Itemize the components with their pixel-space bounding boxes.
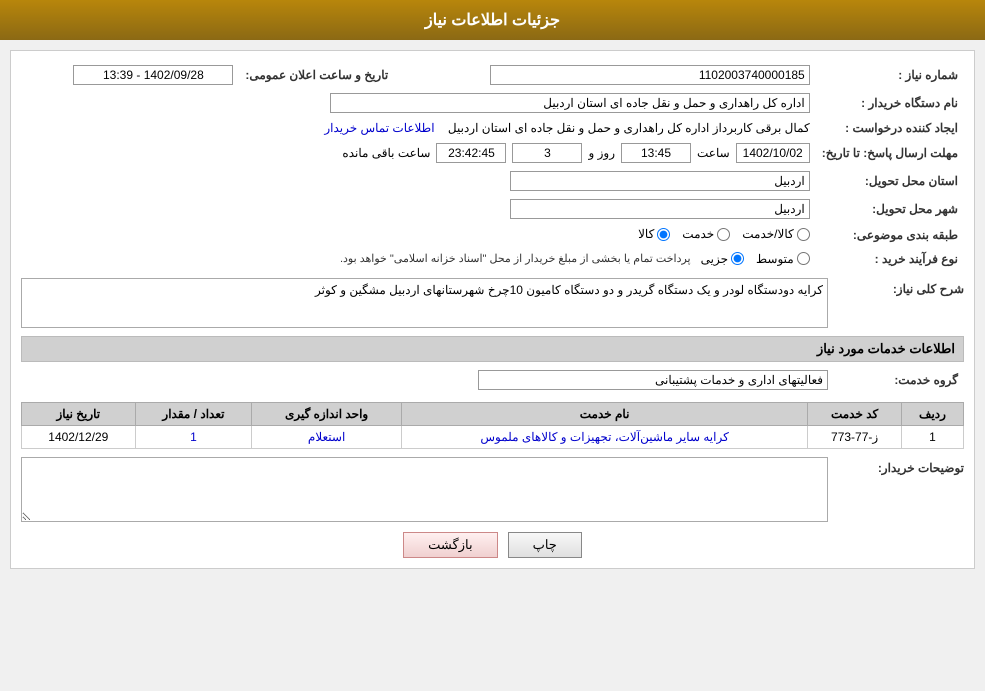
page-header: جزئیات اطلاعات نیاز xyxy=(0,0,985,40)
announce-time-value: 1402/09/28 - 13:39 xyxy=(21,61,239,89)
services-table: ردیف کد خدمت نام خدمت واحد اندازه گیری ت… xyxy=(21,402,964,449)
col-count: تعداد / مقدار xyxy=(135,402,252,425)
days-label: روز و xyxy=(588,146,615,160)
need-desc-box: کرایه دودستگاه لودر و یک دستگاه گریدر و … xyxy=(21,278,828,328)
buyer-org-label: نام دستگاه خریدار : xyxy=(816,89,964,117)
process-option-partial: جزیی xyxy=(701,252,744,266)
service-group-table: گروه خدمت: فعالیتهای اداری و خدمات پشتیب… xyxy=(21,366,964,394)
delivery-city-label: شهر محل تحویل: xyxy=(816,195,964,223)
process-radio-partial[interactable] xyxy=(731,252,744,265)
row-code: ز-77-773 xyxy=(808,425,902,448)
col-date: تاریخ نیاز xyxy=(22,402,136,425)
row-service-name: کرایه سایر ماشین‌آلات، تجهیزات و کالاهای… xyxy=(401,425,807,448)
need-number-label: شماره نیاز : xyxy=(816,61,964,89)
process-note: پرداخت تمام یا بخشی از مبلغ خریدار از مح… xyxy=(340,252,691,265)
announce-time-label: تاریخ و ساعت اعلان عمومی: xyxy=(239,61,394,89)
buyer-notes-textarea[interactable] xyxy=(21,457,828,522)
button-row: چاپ بازگشت xyxy=(21,532,964,558)
col-code: کد خدمت xyxy=(808,402,902,425)
process-option-medium: متوسط xyxy=(756,252,810,266)
buyer-notes-row: توضیحات خریدار: xyxy=(21,457,964,522)
announce-time-display: 1402/09/28 - 13:39 xyxy=(73,65,233,85)
need-desc-label: شرح کلی نیاز: xyxy=(834,278,964,296)
service-group-display: فعالیتهای اداری و خدمات پشتیبانی xyxy=(478,370,828,390)
category-radio-khedmat[interactable] xyxy=(717,228,730,241)
content-area: شماره نیاز : 1102003740000185 تاریخ و سا… xyxy=(10,50,975,569)
creator-value: کمال برقی کاربرداز اداره کل راهداری و حم… xyxy=(448,121,810,135)
days-display: 3 xyxy=(512,143,582,163)
category-label-kala: کالا xyxy=(638,227,654,241)
buyer-notes-label: توضیحات خریدار: xyxy=(834,457,964,475)
remaining-time-display: 23:42:45 xyxy=(436,143,506,163)
need-desc-value: کرایه دودستگاه لودر و یک دستگاه گریدر و … xyxy=(315,283,823,297)
need-number-display: 1102003740000185 xyxy=(490,65,810,85)
row-count: 1 xyxy=(135,425,252,448)
table-row: 1 ز-77-773 کرایه سایر ماشین‌آلات، تجهیزا… xyxy=(22,425,964,448)
time-label: ساعت xyxy=(697,146,730,160)
process-label-medium: متوسط xyxy=(756,252,794,266)
date-display: 1402/10/02 xyxy=(736,143,810,163)
process-radio-group: متوسط جزیی xyxy=(701,252,810,266)
back-button[interactable]: بازگشت xyxy=(403,532,497,558)
main-info-table: شماره نیاز : 1102003740000185 تاریخ و سا… xyxy=(21,61,964,270)
contact-link[interactable]: اطلاعات تماس خریدار xyxy=(324,121,434,135)
category-radio-group: کالا/خدمت خدمت کالا xyxy=(638,227,810,241)
col-name: نام خدمت xyxy=(401,402,807,425)
service-group-label: گروه خدمت: xyxy=(834,366,964,394)
col-unit: واحد اندازه گیری xyxy=(252,402,402,425)
service-group-value: فعالیتهای اداری و خدمات پشتیبانی xyxy=(21,366,834,394)
category-option-3: کالا/خدمت xyxy=(742,227,809,241)
buyer-org-display: اداره کل راهداری و حمل و نقل جاده ای است… xyxy=(330,93,810,113)
process-row: متوسط جزیی پرداخت تمام یا بخشی از مبلغ خ… xyxy=(27,252,810,266)
category-label-kala-khedmat: کالا/خدمت xyxy=(742,227,793,241)
category-radio-kala[interactable] xyxy=(657,228,670,241)
category-radio-kala-khedmat[interactable] xyxy=(797,228,810,241)
process-type-label: نوع فرآیند خرید : xyxy=(816,248,964,270)
need-description-row: شرح کلی نیاز: کرایه دودستگاه لودر و یک د… xyxy=(21,278,964,328)
row-number: 1 xyxy=(901,425,963,448)
process-label-partial: جزیی xyxy=(701,252,728,266)
time-display: 13:45 xyxy=(621,143,691,163)
category-option-1: کالا xyxy=(638,227,670,241)
row-date: 1402/12/29 xyxy=(22,425,136,448)
remaining-time-row: 1402/10/02 ساعت 13:45 روز و 3 23:42:45 س… xyxy=(342,143,809,163)
creator-label: ایجاد کننده درخواست : xyxy=(816,117,964,139)
category-label-khedmat: خدمت xyxy=(682,227,714,241)
response-deadline-label: مهلت ارسال پاسخ: تا تاریخ: xyxy=(816,139,964,167)
services-section-title: اطلاعات خدمات مورد نیاز xyxy=(21,336,964,362)
print-button[interactable]: چاپ xyxy=(508,532,582,558)
delivery-city-display: اردبیل xyxy=(510,199,810,219)
row-unit: استعلام xyxy=(252,425,402,448)
remaining-label: ساعت باقی مانده xyxy=(342,146,430,160)
category-option-2: خدمت xyxy=(682,227,730,241)
category-label: طبقه بندی موضوعی: xyxy=(816,223,964,248)
need-number-value: 1102003740000185 xyxy=(394,61,815,89)
page-title: جزئیات اطلاعات نیاز xyxy=(425,12,560,29)
process-radio-medium[interactable] xyxy=(797,252,810,265)
delivery-province-display: اردبیل xyxy=(510,171,810,191)
page-wrapper: جزئیات اطلاعات نیاز شماره نیاز : 1102003… xyxy=(0,0,985,691)
col-row: ردیف xyxy=(901,402,963,425)
delivery-province-label: استان محل تحویل: xyxy=(816,167,964,195)
